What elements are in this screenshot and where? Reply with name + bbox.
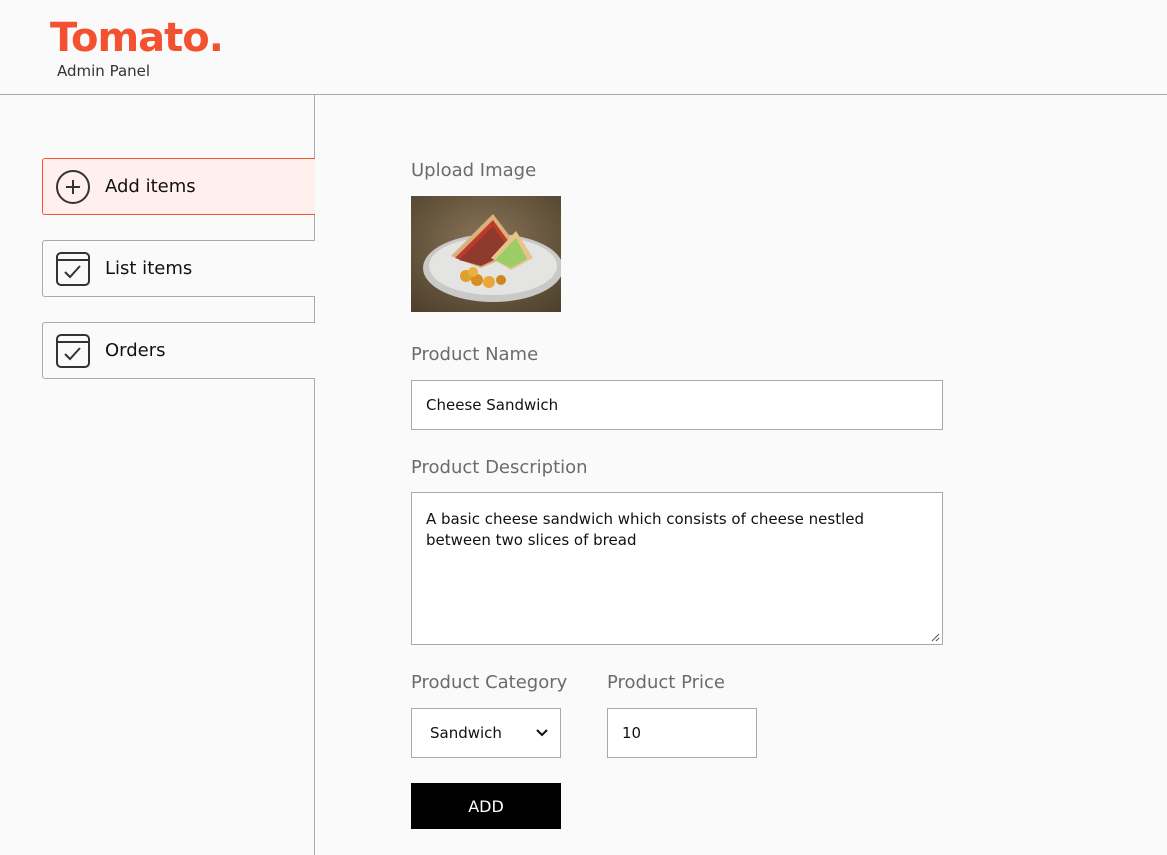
sidebar-item-add-items[interactable]: Add items [42,158,315,215]
upload-image-label: Upload Image [411,160,537,181]
product-price-label: Product Price [607,672,725,693]
product-category-value: Sandwich [430,724,502,742]
brand-name: Tomato. [50,15,224,61]
product-description-value: A basic cheese sandwich which consists o… [426,510,865,549]
checklist-icon [55,251,91,287]
product-price-input[interactable]: 10 [607,708,757,758]
product-description-textarea[interactable]: A basic cheese sandwich which consists o… [411,492,943,645]
sidebar-item-list-items[interactable]: List items [42,240,315,297]
product-description-label: Product Description [411,457,588,478]
sidebar-item-label: List items [105,258,193,279]
product-name-input[interactable]: Cheese Sandwich [411,380,943,430]
upload-image-preview[interactable] [411,196,561,312]
product-price-value: 10 [622,724,642,742]
checklist-icon [55,333,91,369]
sandwich-photo [411,196,561,312]
chevron-down-icon [536,729,548,737]
resize-handle-icon[interactable] [930,632,940,642]
sidebar-item-label: Orders [105,340,166,361]
add-circle-icon [55,169,91,205]
product-name-value: Cheese Sandwich [426,396,559,414]
brand-subtitle: Admin Panel [57,62,151,80]
product-category-label: Product Category [411,672,568,693]
sidebar-item-orders[interactable]: Orders [42,322,315,379]
product-category-select[interactable]: Sandwich [411,708,561,758]
sidebar-item-label: Add items [105,176,196,197]
sidebar: Add items List items Orders [0,95,315,855]
product-name-label: Product Name [411,344,539,365]
add-button[interactable]: ADD [411,783,561,829]
top-bar: Tomato. Admin Panel [0,0,1167,95]
brand-logo[interactable]: Tomato. Admin Panel [50,14,224,80]
